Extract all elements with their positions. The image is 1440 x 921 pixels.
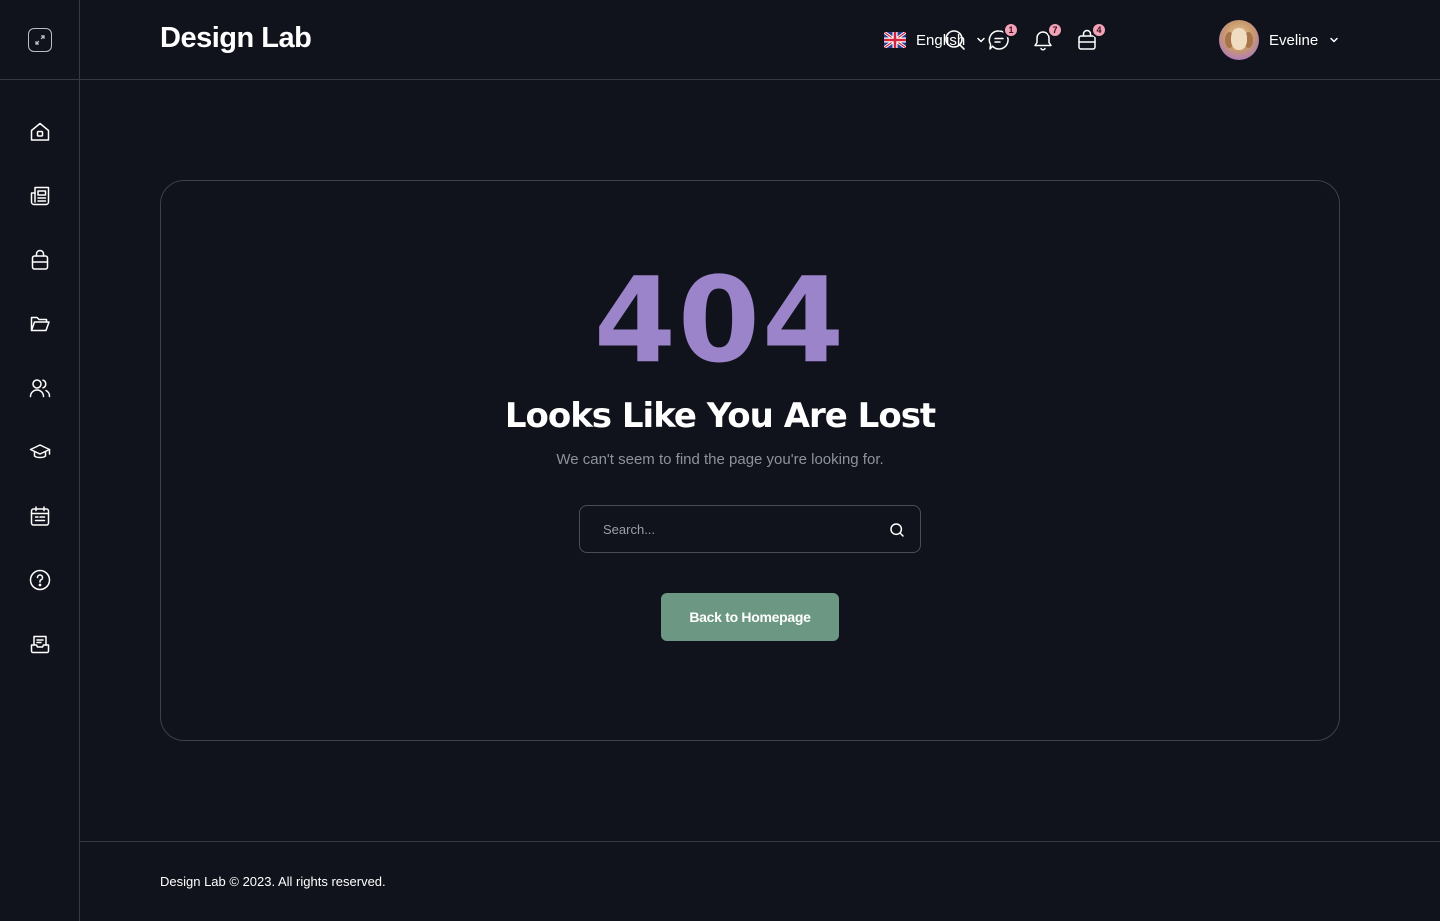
sidebar-toggle[interactable] <box>0 0 80 80</box>
search-icon <box>945 30 965 50</box>
sidebar-nav <box>0 100 79 676</box>
error-subtext: We can't seem to find the page you're lo… <box>556 451 884 468</box>
brand-logo[interactable]: Design Lab <box>160 22 312 55</box>
home-icon <box>30 122 49 141</box>
avatar <box>1219 20 1259 60</box>
notifications-button[interactable]: 7 <box>1031 22 1063 52</box>
sidebar-item-home[interactable] <box>0 100 79 164</box>
cart-badge: 4 <box>1091 22 1107 38</box>
footer: Design Lab © 2023. All rights reserved. <box>80 841 1440 921</box>
footer-copyright: Design Lab © 2023. All rights reserved. <box>160 874 386 889</box>
messages-badge: 1 <box>1003 22 1019 38</box>
inbox-icon <box>30 635 49 654</box>
top-bar: Design Lab English 1 7 4 Eveline <box>80 0 1440 80</box>
error-code: 404 <box>593 251 847 389</box>
chevron-down-icon <box>977 37 985 43</box>
uk-flag-icon <box>884 32 906 48</box>
user-menu[interactable]: Eveline <box>1219 20 1340 60</box>
sidebar-item-news[interactable] <box>0 164 79 228</box>
search-box <box>579 505 921 553</box>
search-icon[interactable] <box>889 522 905 538</box>
search-input[interactable] <box>580 506 920 552</box>
chevron-down-icon <box>1330 37 1338 43</box>
newspaper-icon <box>30 186 49 206</box>
help-circle-icon <box>29 569 50 591</box>
back-to-homepage-button[interactable]: Back to Homepage <box>661 593 839 641</box>
messages-button[interactable]: 1 <box>987 22 1019 52</box>
notifications-badge: 7 <box>1047 22 1063 38</box>
language-selector[interactable]: English <box>884 29 987 51</box>
cart-button[interactable]: 4 <box>1075 22 1107 52</box>
user-name: Eveline <box>1269 31 1319 49</box>
sidebar-item-help[interactable] <box>0 548 79 612</box>
error-headline: Looks Like You Are Lost <box>504 396 936 436</box>
search-button[interactable] <box>943 28 967 52</box>
sidebar-item-inbox[interactable] <box>0 612 79 676</box>
calendar-icon <box>30 506 49 526</box>
expand-icon[interactable] <box>28 27 52 52</box>
sidebar-item-calendar[interactable] <box>0 484 79 548</box>
